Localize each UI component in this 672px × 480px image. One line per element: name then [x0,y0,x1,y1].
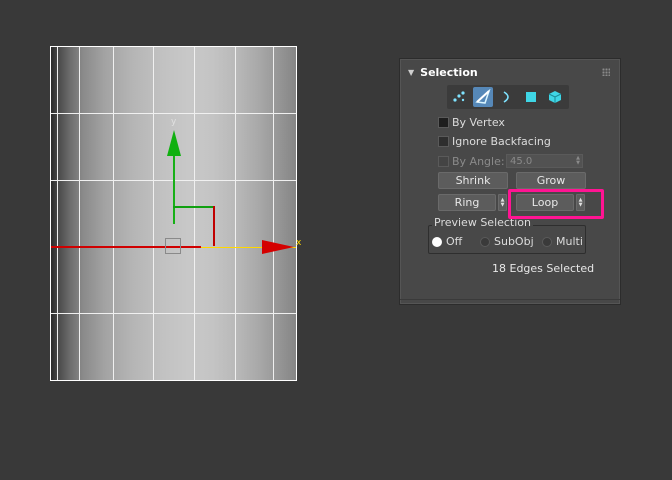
mesh-edge[interactable] [79,47,80,380]
gizmo-x-label: x [296,238,302,248]
ring-button[interactable]: Ring [438,194,496,211]
by-angle-spinner[interactable]: 45.0 ▲ ▼ [506,154,583,168]
preview-multi-radio[interactable] [542,236,552,247]
polygon-icon[interactable] [521,87,541,107]
gizmo-y-arrow-icon[interactable] [167,130,181,156]
gizmo-xy-plane-handle-red[interactable] [213,206,215,246]
grow-button[interactable]: Grow [516,172,586,189]
edge-icon[interactable] [473,87,493,107]
preview-subobj-radio[interactable] [480,236,490,247]
preview-multi-label: Multi [556,235,583,248]
collapse-arrow-icon[interactable]: ▼ [408,68,414,77]
vertex-icon[interactable] [449,87,469,107]
mesh-edge[interactable] [153,47,154,380]
mesh-edge[interactable] [51,313,296,314]
rollout-title: Selection [420,65,478,79]
gizmo-center-box[interactable] [165,238,181,254]
shrink-button[interactable]: Shrink [438,172,508,189]
rollout-divider [400,299,620,300]
by-angle-value[interactable]: 45.0 [507,156,574,167]
gizmo-y-axis[interactable] [173,150,175,224]
border-icon[interactable] [497,87,517,107]
by-angle-checkbox[interactable] [438,156,449,167]
by-angle-label: By Angle: [452,155,505,168]
selection-rollout: ▼ Selection By Vertex Ignore Backfacing … [399,58,621,305]
selection-status: 18 Edges Selected [492,262,595,275]
mesh-edge[interactable] [51,113,296,114]
mesh-edge[interactable] [235,47,236,380]
gizmo-y-label: y [171,117,177,127]
preview-off-label: Off [446,235,463,248]
mesh-edge[interactable] [113,47,114,380]
rollout-header[interactable]: ▼ Selection [400,59,620,85]
by-vertex-option[interactable]: By Vertex [438,116,505,129]
ignore-backfacing-checkbox[interactable] [438,136,449,147]
spinner-arrows-icon[interactable]: ▲ ▼ [574,156,582,166]
by-vertex-checkbox[interactable] [438,117,449,128]
by-vertex-label: By Vertex [452,116,505,129]
mesh-edge[interactable] [57,47,58,380]
grip-icon[interactable] [602,68,610,76]
element-icon[interactable] [545,87,565,107]
viewport[interactable]: y x ▼ Selection By Vertex Ignore Backfac… [0,0,672,480]
mesh-edge[interactable] [273,47,274,380]
preview-multi-option[interactable]: Multi [542,235,583,248]
gizmo-xy-plane-handle[interactable] [173,206,215,208]
subobject-toolbar [447,85,569,109]
ignore-backfacing-option[interactable]: Ignore Backfacing [438,135,551,148]
preview-subobj-option[interactable]: SubObj [480,235,534,248]
preview-off-radio[interactable] [432,236,442,247]
loop-highlight-annotation [508,189,604,219]
mesh-edge[interactable] [194,47,195,380]
ignore-backfacing-label: Ignore Backfacing [452,135,551,148]
ring-spinner[interactable]: ▲ ▼ [498,194,507,211]
by-angle-option[interactable]: By Angle: [438,155,505,168]
gizmo-x-arrow-icon[interactable] [262,240,294,254]
preview-off-option[interactable]: Off [432,235,462,248]
preview-subobj-label: SubObj [494,235,534,248]
